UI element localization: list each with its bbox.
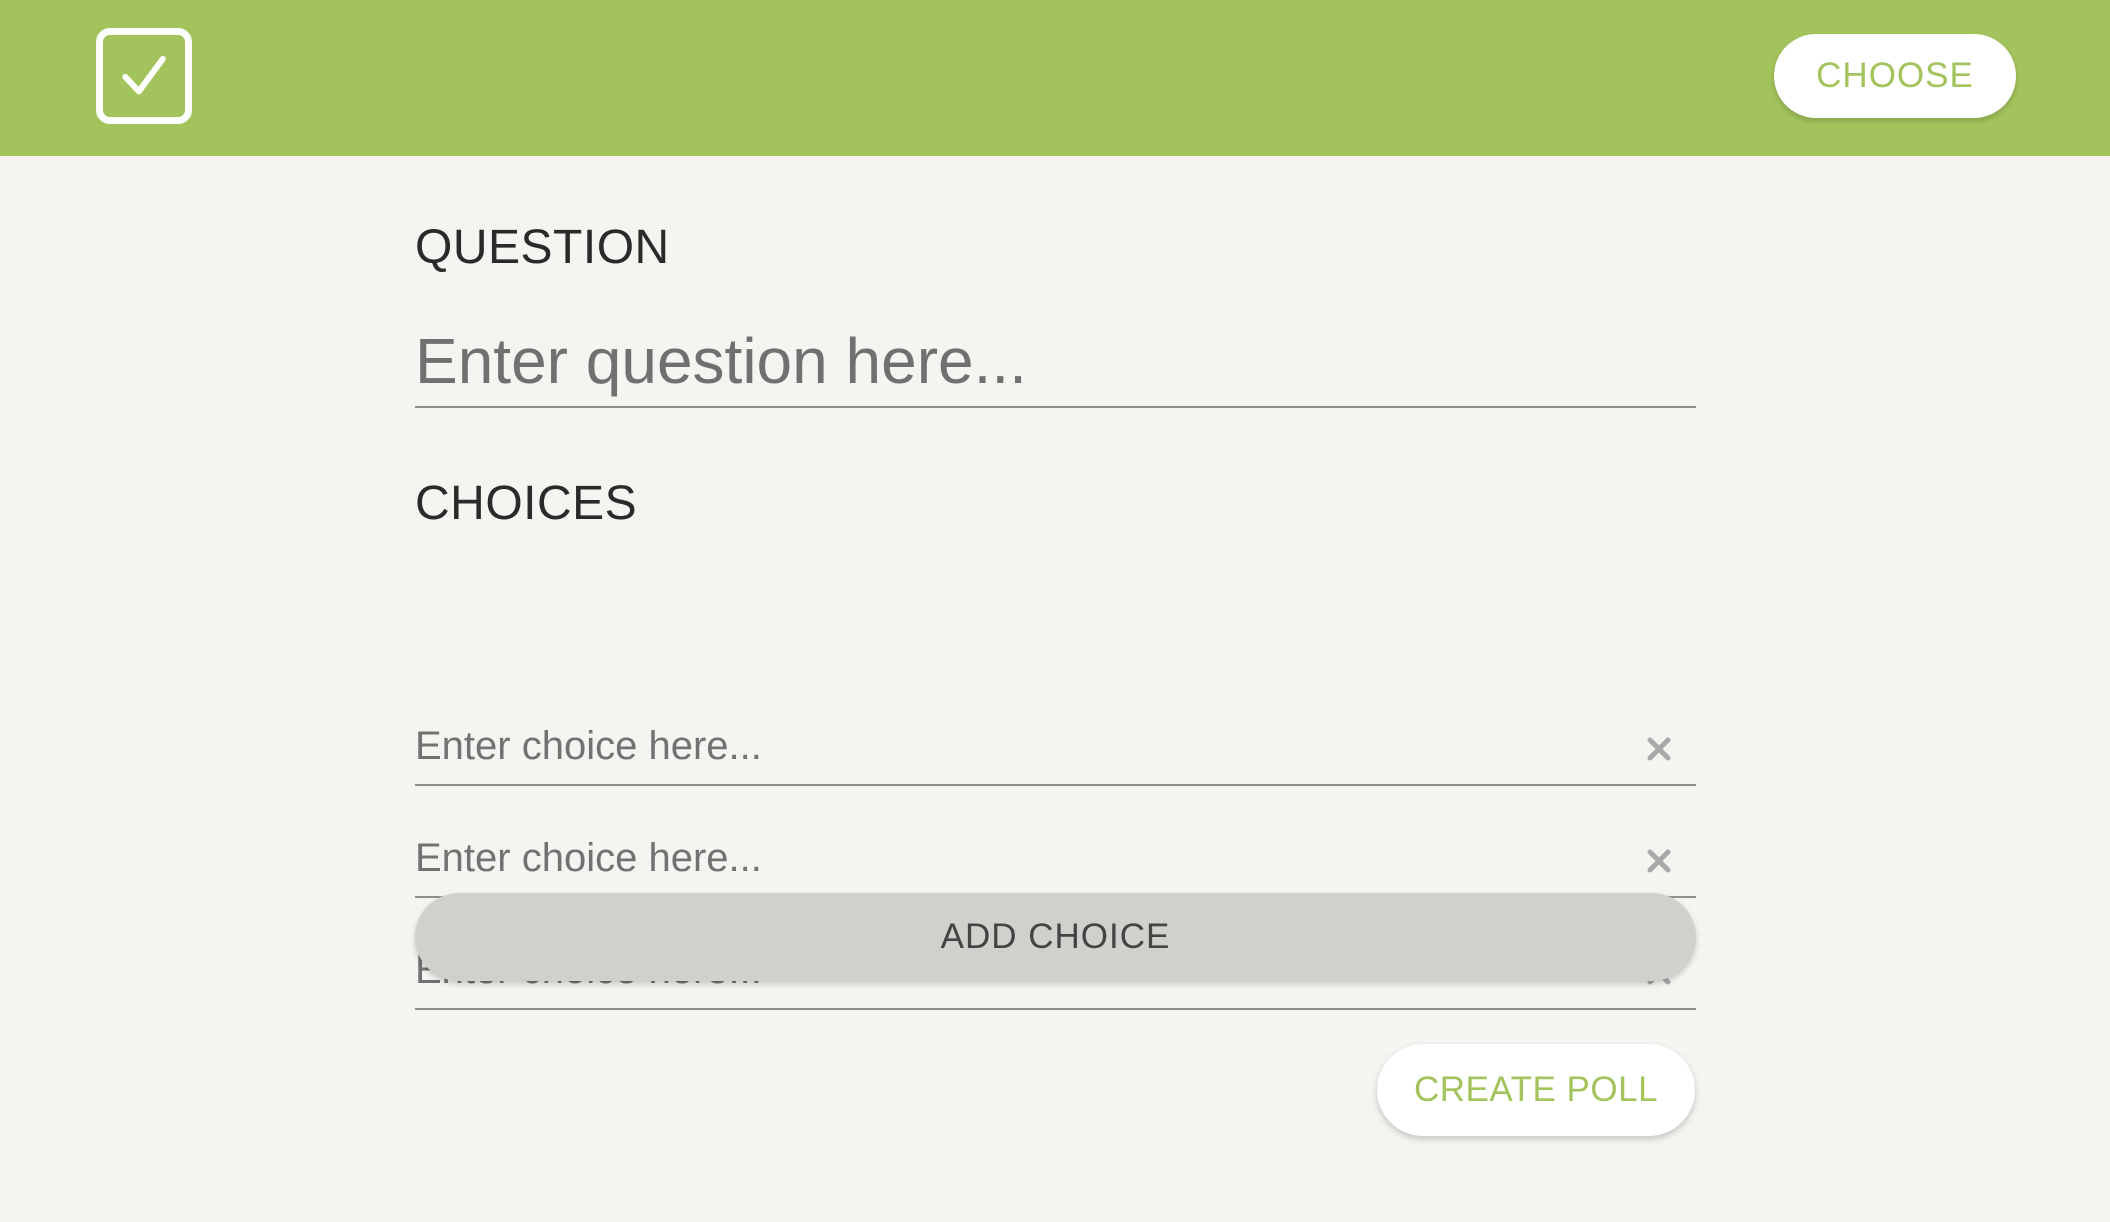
app-root: CHOOSE QUESTION CHOICES ADD CHOICE CREAT…: [0, 0, 2110, 1222]
close-icon[interactable]: [1642, 732, 1676, 766]
app-header: CHOOSE: [0, 0, 2110, 156]
choice-input[interactable]: [415, 822, 1595, 894]
question-input[interactable]: [415, 316, 1696, 408]
choose-button[interactable]: CHOOSE: [1774, 34, 2016, 118]
question-label: QUESTION: [415, 221, 670, 274]
checkmark-icon: [122, 55, 166, 95]
add-choice-button[interactable]: ADD CHOICE: [415, 893, 1696, 981]
create-poll-button[interactable]: CREATE POLL: [1377, 1044, 1695, 1136]
close-icon[interactable]: [1642, 844, 1676, 878]
choice-row: [415, 822, 1696, 898]
choices-label: CHOICES: [415, 477, 638, 530]
checkbox-checked-icon[interactable]: [96, 28, 192, 124]
choice-row: [415, 710, 1696, 786]
create-poll-form: QUESTION CHOICES ADD CHOICE CREATE POLL: [415, 156, 1696, 1222]
choice-input[interactable]: [415, 710, 1595, 782]
